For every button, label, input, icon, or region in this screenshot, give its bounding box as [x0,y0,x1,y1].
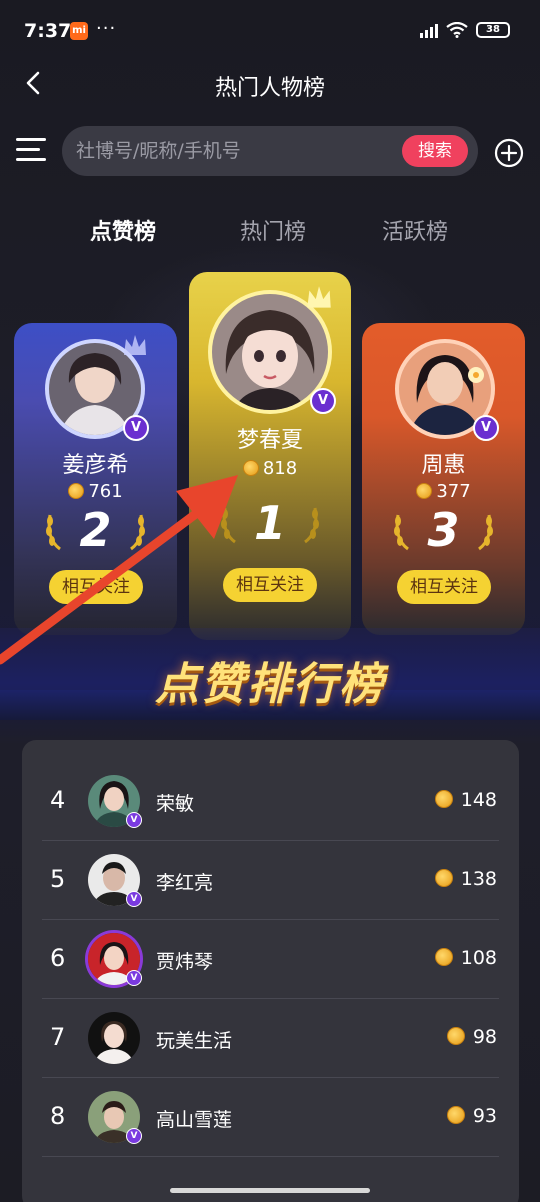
crown-icon [124,335,146,355]
podium-score: 818 [189,458,351,479]
search-input[interactable] [76,138,376,164]
podium-name: 周惠 [421,453,466,478]
row-score: 148 [434,789,497,811]
row-score-value: 93 [472,1105,497,1127]
add-button[interactable] [494,138,524,168]
coin-icon [416,483,433,499]
home-indicator[interactable] [170,1188,370,1193]
podium-score-value: 377 [436,481,471,502]
verified-badge-icon: V [126,812,142,828]
row-score: 93 [446,1105,497,1127]
mi-app-icon: mi [70,22,88,40]
ranking-list: 4 V 荣敏 148 5 V 李红亮 138 6 V 贾炜琴 108 7 玩美生… [22,740,519,1202]
podium-card-second[interactable]: V 姜彦希 761 2 相互关注 [14,323,177,635]
list-item[interactable]: 5 V 李红亮 138 [42,841,499,920]
verified-badge-icon: V [310,388,336,414]
verified-badge-icon: V [123,415,149,441]
row-rank: 6 [50,944,66,972]
row-score: 108 [434,947,497,969]
signal-icon [420,22,438,38]
row-score-value: 148 [460,789,497,811]
row-rank: 4 [50,786,66,814]
podium-rank: 1 [253,496,286,550]
row-score: 138 [434,868,497,890]
podium-card-third[interactable]: V 周惠 377 3 相互关注 [362,323,525,635]
coin-icon [68,483,85,499]
row-rank: 8 [50,1102,66,1130]
crown-icon [307,286,331,308]
coin-icon [446,1106,465,1124]
row-name: 玩美生活 [156,1030,233,1052]
menu-icon-line [16,158,46,161]
coin-icon [434,790,453,808]
row-name: 李红亮 [156,872,214,894]
coin-icon [446,1027,465,1045]
flower-icon [468,367,484,383]
search-button[interactable]: 搜索 [402,135,468,167]
menu-icon-line [16,148,40,151]
verified-badge-icon: V [126,891,142,907]
row-rank: 7 [50,1023,66,1051]
podium-card-first[interactable]: V 梦春夏 818 1 相互关注 [189,272,351,640]
header: 热门人物榜 [0,60,540,108]
follow-button[interactable]: 相互关注 [397,570,491,604]
row-name: 高山雪莲 [156,1109,233,1131]
more-notifications-icon: ··· [96,18,117,39]
page-title: 热门人物榜 [214,76,325,101]
podium-score: 761 [14,481,177,502]
list-item[interactable]: 4 V 荣敏 148 [42,762,499,841]
avatar-ring: V [395,339,499,441]
coin-icon [434,948,453,966]
laurel-right-icon [304,507,319,544]
app-root: 7:37 mi ··· 38 热门人物榜 社博号/昵称/手机号 搜索 点赞榜 热… [0,0,540,1202]
podium-name: 梦春夏 [236,428,303,453]
menu-button[interactable] [16,138,46,164]
podium-name: 姜彦希 [62,453,129,478]
row-name: 贾炜琴 [156,951,214,973]
verified-badge-icon: V [126,970,142,986]
follow-button[interactable]: 相互关注 [223,568,317,602]
follow-button[interactable]: 相互关注 [49,570,143,604]
list-item[interactable]: 6 V 贾炜琴 108 [42,920,499,999]
row-score-value: 98 [472,1026,497,1048]
list-item[interactable]: 8 V 高山雪莲 93 [42,1078,499,1157]
battery-icon: 38 [476,22,510,38]
podium-rank: 2 [79,503,112,557]
search-box: 搜索 [62,126,478,176]
podium-score: 377 [362,481,525,502]
menu-icon-line [16,138,46,141]
podium-score-value: 818 [262,458,298,479]
row-name: 荣敏 [156,793,195,815]
status-time: 7:37 [24,20,72,42]
row-rank: 5 [50,865,66,893]
wifi-icon [446,22,468,38]
status-bar: 7:37 mi ··· 38 [0,0,540,60]
coin-icon [434,869,453,887]
row-score: 98 [446,1026,497,1048]
row-score-value: 138 [460,868,497,890]
podium-score-value: 761 [88,481,123,502]
coin-icon [242,460,259,476]
list-item[interactable]: 7 玩美生活 98 [42,999,499,1078]
avatar [88,1012,140,1064]
plus-circle-icon [494,138,524,168]
banner-title: 点赞排行榜 [155,659,385,710]
verified-badge-icon: V [126,1128,142,1144]
status-indicators: 38 [420,22,510,38]
row-score-value: 108 [460,947,497,969]
laurel-right-icon [130,514,145,551]
laurel-right-icon [478,514,493,551]
verified-badge-icon: V [473,415,499,441]
podium-rank: 3 [427,503,460,557]
